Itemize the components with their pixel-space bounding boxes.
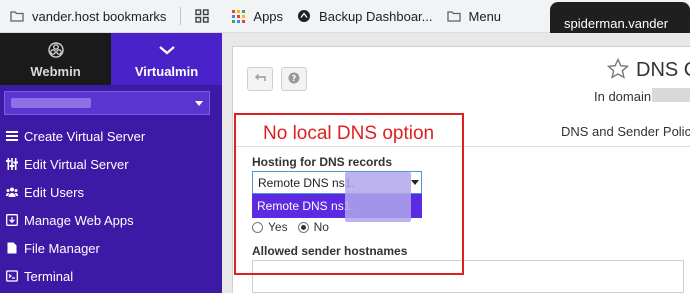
bookmark-label: Menu: [468, 8, 502, 24]
back-button[interactable]: [247, 67, 273, 91]
bookmark-separator: [180, 7, 182, 25]
sidebar-item-terminal[interactable]: Terminal: [0, 262, 222, 290]
apps-grid-icon: [195, 9, 210, 23]
chevron-down-icon: [195, 101, 203, 106]
page-title: DNS C: [636, 59, 690, 81]
section-title: DNS and Sender Polic: [561, 124, 690, 139]
bars-icon: [6, 130, 18, 142]
download-box-icon: [6, 214, 18, 226]
bookmark-label: Apps: [253, 8, 284, 24]
users-icon: [6, 186, 18, 198]
page-subtitle: In domain: [594, 89, 652, 104]
svg-text:?: ?: [292, 74, 297, 83]
sidebar-item-file-manager[interactable]: File Manager: [0, 234, 222, 262]
file-icon: [6, 242, 18, 254]
webmin-logo-icon: [47, 41, 65, 59]
virtualmin-logo-icon: [157, 41, 177, 59]
star-outline-icon[interactable]: [606, 57, 630, 85]
tab-virtualmin[interactable]: Virtualmin: [111, 33, 222, 85]
screenshot-root: vander.host bookmarks Apps Backup Dashbo…: [0, 0, 690, 293]
sidebar-item-label: Edit Virtual Server: [24, 156, 129, 172]
tooltip-text: spiderman.vander: [564, 16, 669, 31]
sidebar-item-create-virtual-server[interactable]: Create Virtual Server: [0, 122, 222, 150]
folder-icon: [446, 9, 461, 23]
bookmark-apps-grid[interactable]: [195, 9, 217, 23]
bookmark-apps[interactable]: Apps: [231, 9, 283, 24]
bookmark-vander-host[interactable]: vander.host bookmarks: [10, 9, 166, 24]
sidebar-item-manage-web-apps[interactable]: Manage Web Apps: [0, 206, 222, 234]
terminal-icon: [6, 270, 18, 282]
bookmark-menu[interactable]: Menu: [446, 8, 502, 24]
product-switcher: Webmin Virtualmin: [0, 33, 222, 85]
bookmark-label: Backup Dashboar...: [319, 8, 433, 24]
tab-label: Virtualmin: [134, 64, 199, 79]
domain-name-redacted: [11, 98, 91, 108]
bookmark-label: vander.host bookmarks: [32, 8, 167, 24]
google-apps-icon: [231, 9, 245, 23]
sidebar-item-edit-virtual-server[interactable]: Edit Virtual Server: [0, 150, 222, 178]
tab-label: Webmin: [30, 64, 81, 79]
sidebar-item-label: File Manager: [24, 240, 100, 256]
sidebar-item-label: Manage Web Apps: [24, 212, 134, 228]
domain-name-redacted: [652, 88, 690, 102]
sidebar-item-edit-users[interactable]: Edit Users: [0, 178, 222, 206]
sidebar-item-label: Edit Users: [24, 184, 84, 200]
sidebar-item-label: Terminal: [24, 268, 74, 284]
sidebar-item-label: Create Virtual Server: [24, 128, 146, 144]
domain-selector[interactable]: [4, 91, 210, 115]
tab-webmin[interactable]: Webmin: [0, 33, 111, 85]
bookmark-backup-dashboard[interactable]: Backup Dashboar...: [297, 8, 433, 24]
help-button[interactable]: ?: [281, 67, 307, 91]
annotation-text: No local DNS option: [263, 123, 435, 144]
sidebar: Webmin Virtualmin Create Virtual Server: [0, 33, 222, 293]
undo-arrow-icon: [254, 72, 266, 86]
backup-icon: [297, 9, 311, 23]
folder-icon: [10, 9, 24, 23]
sliders-icon: [6, 158, 18, 170]
question-circle-icon: ?: [288, 72, 300, 87]
